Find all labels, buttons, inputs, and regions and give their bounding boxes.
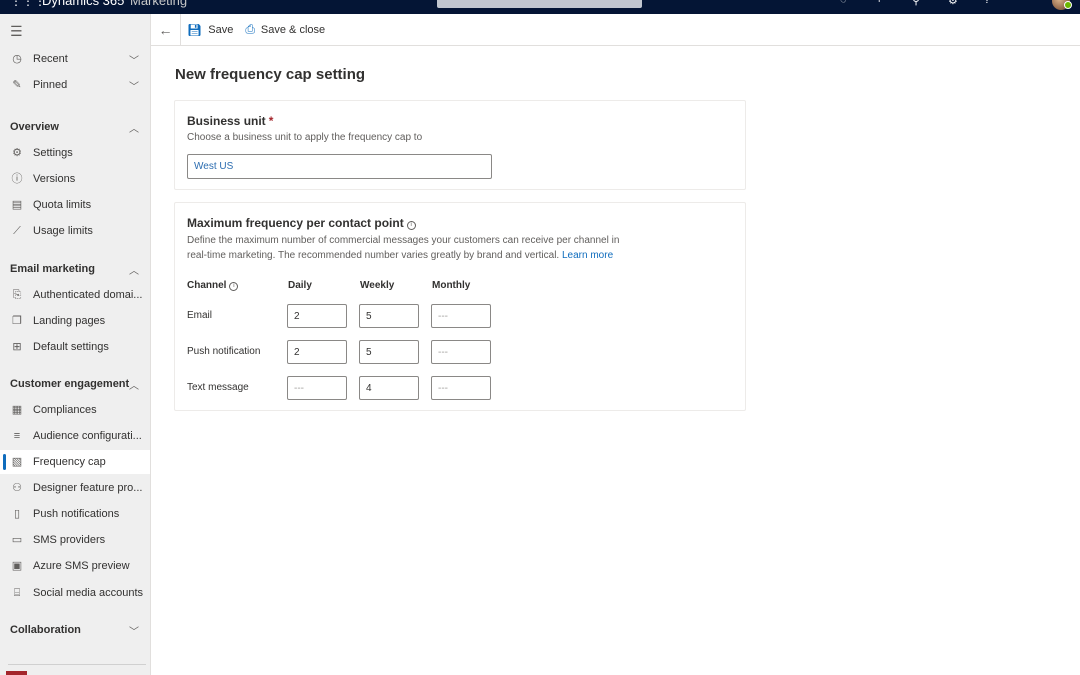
- save-close-icon: ⎙: [245, 22, 255, 36]
- column-header-weekly: Weekly: [360, 280, 395, 291]
- help-icon[interactable]: ?: [984, 0, 990, 6]
- sidebar-item-settings[interactable]: ⚙ Settings: [0, 141, 150, 165]
- settings-icon[interactable]: ⚙: [948, 0, 958, 7]
- business-unit-label: Business unit *: [187, 114, 274, 128]
- save-icon: 💾︎: [187, 22, 203, 37]
- push-weekly-input[interactable]: 5: [359, 340, 419, 364]
- pages-icon: ❐: [12, 315, 22, 327]
- frequency-cap-icon: ▧: [11, 456, 23, 468]
- designer-icon: ⚇: [12, 482, 22, 494]
- column-header-monthly: Monthly: [432, 280, 471, 291]
- sidebar-group-customer-engagement[interactable]: Customer engagement ︿: [0, 372, 150, 396]
- sidebar-item-pinned[interactable]: ✎ Pinned ﹀: [0, 73, 150, 97]
- text-monthly-input[interactable]: ---: [431, 376, 491, 400]
- sidebar-item-audience-configuration[interactable]: ≡ Audience configurati...: [0, 424, 150, 448]
- chevron-up-icon[interactable]: ︿: [129, 377, 139, 392]
- sidebar-item-authenticated-domains[interactable]: ⎘ Authenticated domai...: [0, 283, 150, 307]
- column-header-channel: Channel i: [187, 280, 239, 291]
- presence-indicator: [1064, 1, 1072, 9]
- audience-icon: ≡: [13, 430, 21, 442]
- max-frequency-card: Maximum frequency per contact point i Def…: [174, 202, 746, 411]
- default-settings-icon: ⊞: [12, 341, 22, 353]
- quota-icon: ▤: [11, 199, 23, 211]
- email-weekly-input[interactable]: 5: [359, 304, 419, 328]
- social-icon: ⌸: [13, 587, 21, 599]
- save-and-close-button[interactable]: ⎙ Save & close: [239, 14, 331, 46]
- push-daily-input[interactable]: 2: [287, 340, 347, 364]
- info-icon[interactable]: i: [229, 282, 239, 291]
- sidebar-item-frequency-cap[interactable]: ▧ Frequency cap: [0, 450, 150, 474]
- app-header: ⋮⋮⋮ Dynamics 365 Marketing ◌ + ⚲ ⚙ ?: [0, 0, 1080, 14]
- area-switcher-badge[interactable]: [6, 671, 27, 675]
- row-label-email: Email: [187, 310, 213, 321]
- sidebar-item-social-media-accounts[interactable]: ⌸ Social media accounts: [0, 581, 150, 605]
- sidebar-item-quota-limits[interactable]: ▤ Quota limits: [0, 193, 150, 217]
- app-title[interactable]: Dynamics 365: [42, 0, 124, 8]
- clock-icon: ◷: [12, 53, 22, 65]
- sidebar-group-email-marketing[interactable]: Email marketing ︿: [0, 257, 150, 281]
- push-icon: ▯: [13, 508, 21, 520]
- divider: [8, 664, 146, 665]
- column-header-daily: Daily: [288, 280, 312, 291]
- arrow-left-icon: ←: [158, 21, 173, 38]
- chevron-down-icon[interactable]: ﹀: [129, 52, 139, 67]
- sidebar-item-compliances[interactable]: ▦ Compliances: [0, 398, 150, 422]
- business-unit-card: Business unit * Choose a business unit to…: [174, 100, 746, 190]
- filter-icon[interactable]: ⚲: [912, 0, 920, 7]
- email-monthly-input[interactable]: ---: [431, 304, 491, 328]
- sidebar-item-usage-limits[interactable]: ⟋ Usage limits: [0, 219, 150, 243]
- compliance-icon: ▦: [11, 404, 23, 416]
- learn-more-link[interactable]: Learn more: [562, 250, 613, 261]
- app-area-name: Marketing: [130, 0, 188, 8]
- info-icon[interactable]: i: [406, 221, 416, 230]
- domain-icon: ⎘: [12, 289, 22, 301]
- sidebar-item-azure-sms-preview[interactable]: ▣ Azure SMS preview: [0, 554, 150, 578]
- sidebar: ☰ ◷ Recent ﹀ ✎ Pinned ﹀ Overview ︿ ⚙ Set…: [0, 14, 151, 675]
- azure-sms-icon: ▣: [11, 560, 23, 572]
- command-bar: ← 💾︎ Save ⎙ Save & close: [151, 13, 1080, 46]
- chevron-down-icon[interactable]: ﹀: [129, 78, 139, 93]
- lightbulb-icon[interactable]: ◌: [840, 0, 847, 6]
- required-marker: *: [268, 114, 274, 128]
- row-label-text-message: Text message: [187, 382, 249, 393]
- business-unit-input[interactable]: West US: [187, 154, 492, 179]
- max-frequency-description: Define the maximum number of commercial …: [187, 235, 620, 261]
- sidebar-item-landing-pages[interactable]: ❐ Landing pages: [0, 309, 150, 333]
- sidebar-item-versions[interactable]: ⓘ Versions: [0, 167, 150, 191]
- sidebar-item-designer-feature-protection[interactable]: ⚇ Designer feature pro...: [0, 476, 150, 500]
- email-daily-input[interactable]: 2: [287, 304, 347, 328]
- waffle-icon[interactable]: ⋮⋮⋮: [10, 0, 46, 8]
- sidebar-group-collaboration[interactable]: Collaboration ﹀: [0, 618, 150, 642]
- main-content: New frequency cap setting Business unit *…: [151, 47, 1080, 675]
- row-label-push-notification: Push notification: [187, 346, 261, 357]
- text-weekly-input[interactable]: 4: [359, 376, 419, 400]
- info-icon: ⓘ: [11, 173, 23, 185]
- max-frequency-label: Maximum frequency per contact point i: [187, 216, 416, 230]
- sidebar-item-recent[interactable]: ◷ Recent ﹀: [0, 47, 150, 71]
- add-icon[interactable]: +: [876, 0, 882, 6]
- page-title: New frequency cap setting: [175, 66, 366, 83]
- pin-icon: ✎: [12, 79, 22, 91]
- sidebar-item-sms-providers[interactable]: ▭ SMS providers: [0, 528, 150, 552]
- text-daily-input[interactable]: ---: [287, 376, 347, 400]
- chevron-down-icon[interactable]: ﹀: [129, 623, 139, 638]
- chevron-up-icon[interactable]: ︿: [129, 262, 139, 277]
- sms-icon: ▭: [11, 534, 23, 546]
- chart-line-icon: ⟋: [13, 225, 21, 237]
- save-button[interactable]: 💾︎ Save: [181, 14, 239, 46]
- search-input[interactable]: [437, 0, 642, 8]
- sidebar-item-push-notifications[interactable]: ▯ Push notifications: [0, 502, 150, 526]
- sidebar-item-default-settings[interactable]: ⊞ Default settings: [0, 335, 150, 359]
- gear-icon: ⚙: [12, 147, 22, 159]
- business-unit-description: Choose a business unit to apply the freq…: [187, 132, 423, 143]
- chevron-up-icon[interactable]: ︿: [129, 120, 139, 135]
- push-monthly-input[interactable]: ---: [431, 340, 491, 364]
- back-button[interactable]: ←: [151, 13, 181, 46]
- hamburger-icon[interactable]: ☰: [10, 24, 23, 38]
- sidebar-group-overview[interactable]: Overview ︿: [0, 115, 150, 139]
